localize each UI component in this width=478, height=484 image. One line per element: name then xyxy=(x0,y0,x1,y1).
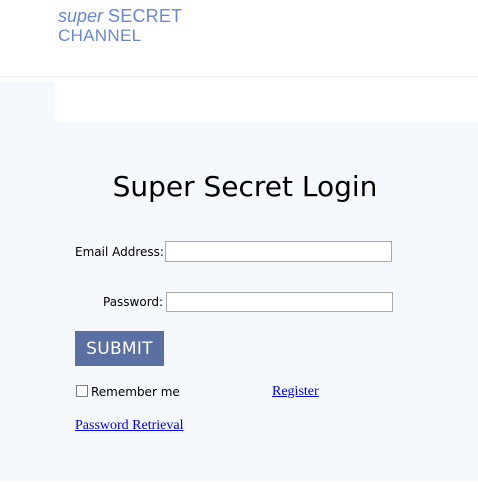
content-top-strip xyxy=(55,82,478,122)
password-retrieval-link[interactable]: Password Retrieval xyxy=(75,418,183,434)
page-title: Super Secret Login xyxy=(112,170,378,203)
logo-secret: SECRET xyxy=(108,6,183,26)
email-label: Email Address: xyxy=(75,245,164,259)
logo-channel: CHANNEL xyxy=(58,26,142,45)
site-header: super SECRET CHANNEL xyxy=(0,0,478,77)
password-field[interactable] xyxy=(166,292,393,312)
email-field[interactable] xyxy=(165,241,392,262)
remember-me-checkbox[interactable] xyxy=(76,385,88,397)
logo-line-1: super SECRET xyxy=(58,6,182,26)
submit-button[interactable]: SUBMIT xyxy=(75,331,164,366)
register-link[interactable]: Register xyxy=(272,384,319,400)
site-logo[interactable]: super SECRET CHANNEL xyxy=(58,6,182,46)
remember-me-label: Remember me xyxy=(91,385,180,399)
main-content xyxy=(0,82,478,482)
password-label: Password: xyxy=(103,295,164,309)
logo-super: super xyxy=(58,6,104,26)
